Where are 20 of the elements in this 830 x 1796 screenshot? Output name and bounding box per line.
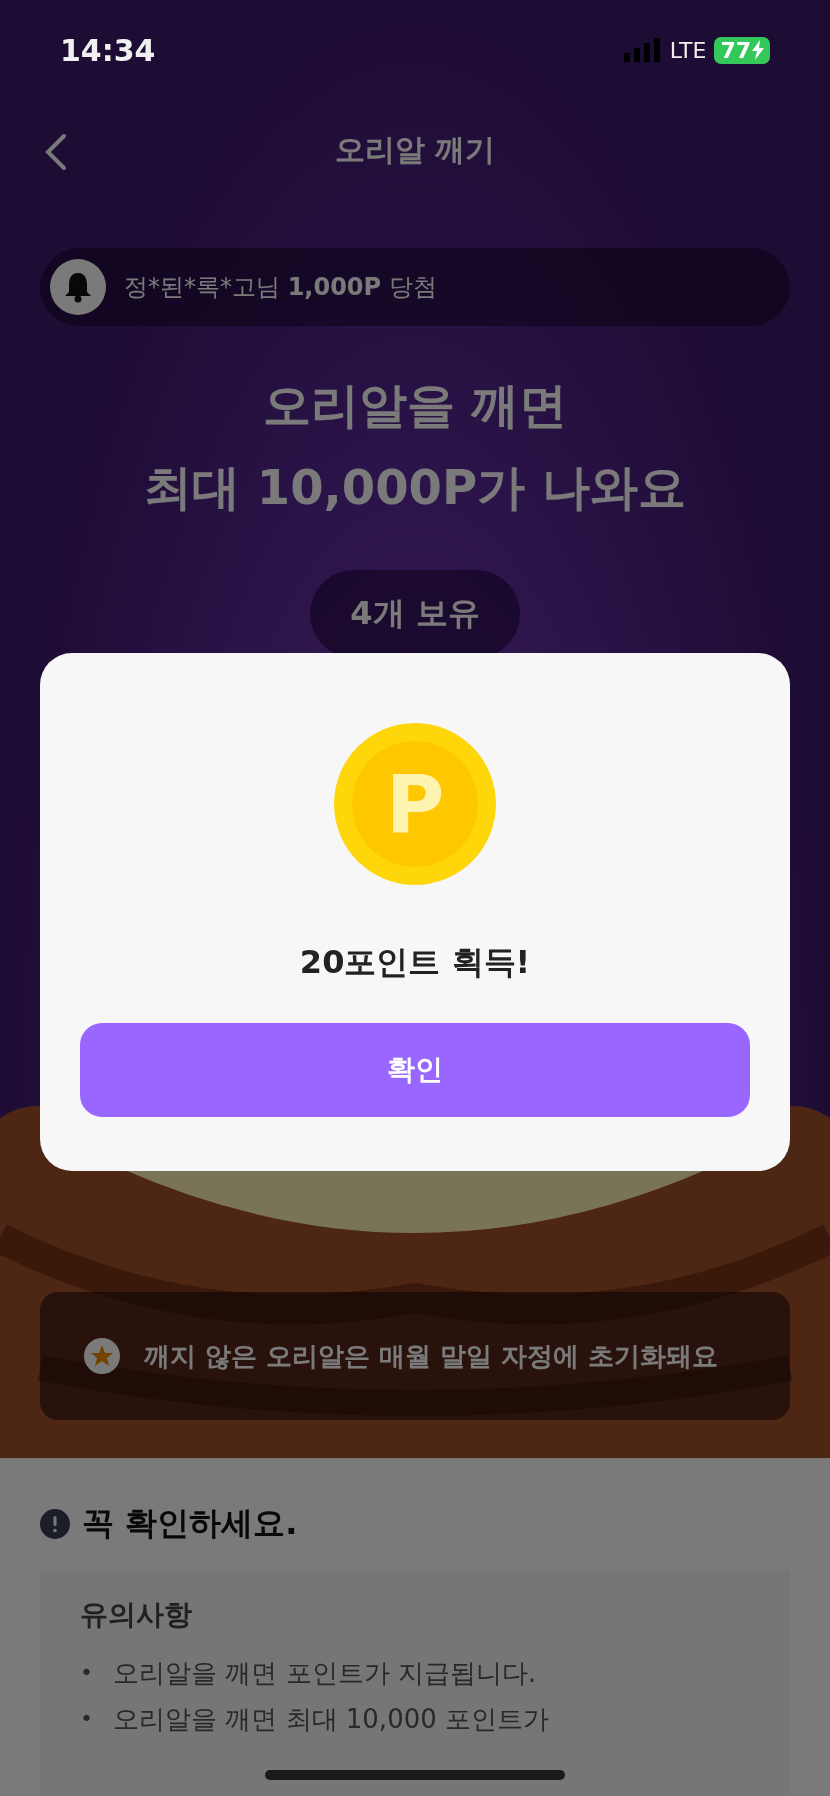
page-title: 오리알 깨기 <box>334 130 496 169</box>
reward-message: 20포인트 획득! <box>299 942 531 983</box>
coin-letter: P <box>385 757 445 851</box>
caution-card-title: 유의사항 <box>80 1597 193 1633</box>
caution-title: 꼭 확인하세요. <box>82 1503 298 1544</box>
caution-item: 오리알을 깨면 포인트가 지급됩니다. <box>113 1657 537 1690</box>
confirm-button[interactable]: 확인 <box>80 1023 750 1117</box>
signal-icon <box>623 38 662 62</box>
caution-item: 오리알을 깨면 최대 10,000 포인트가 <box>113 1703 550 1736</box>
network-label: LTE <box>669 37 707 63</box>
winner-notice-text: 정*된*록*고님 1,000P 당첨 <box>124 272 437 303</box>
bell-icon <box>50 259 106 315</box>
headline-text: 오리알을 깨면 <box>261 376 569 435</box>
headline-text: 최대 10,000P가 나와요 <box>144 458 686 517</box>
battery-indicator: 77 <box>714 36 770 64</box>
reset-notice-text: 깨지 않은 오리알은 매월 말일 자정에 초기화돼요 <box>144 1339 719 1373</box>
bullet-mark: • <box>80 1705 93 1733</box>
status-time: 14:34 <box>60 32 156 68</box>
info-icon <box>40 1509 70 1539</box>
bullet-mark: • <box>80 1659 93 1687</box>
